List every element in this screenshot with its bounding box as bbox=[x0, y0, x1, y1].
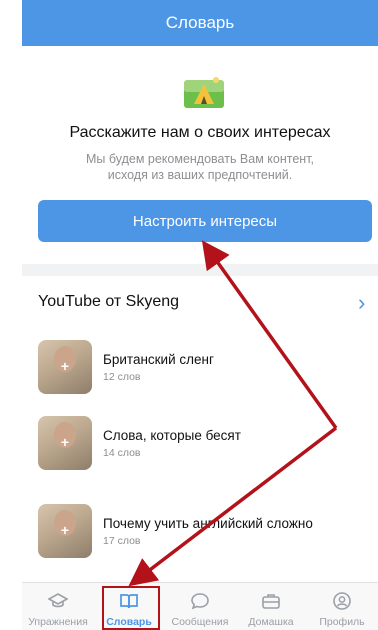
plus-icon: + bbox=[60, 358, 70, 374]
interests-card: Расскажите нам о своих интересах Мы буде… bbox=[22, 46, 378, 264]
list-item[interactable]: + Британский сленг 12 слов bbox=[22, 328, 378, 404]
item-word-count: 12 слов bbox=[103, 371, 141, 383]
item-title: Британский сленг bbox=[103, 352, 214, 367]
graduation-cap-icon bbox=[48, 593, 68, 608]
interests-subtitle: Мы будем рекомендовать Вам контент, исхо… bbox=[85, 152, 315, 182]
plus-icon: + bbox=[60, 434, 70, 450]
item-word-count: 17 слов bbox=[103, 535, 141, 547]
tab-label: Сообщения bbox=[171, 616, 229, 628]
chat-bubble-icon bbox=[191, 593, 209, 610]
tab-homework[interactable]: Домашка bbox=[235, 583, 307, 630]
profile-icon bbox=[333, 592, 351, 610]
tab-profile[interactable]: Профиль bbox=[306, 583, 378, 630]
chevron-right-icon[interactable]: › bbox=[358, 290, 365, 316]
plus-icon: + bbox=[60, 522, 70, 538]
page-title: Словарь bbox=[165, 13, 235, 32]
video-thumbnail: + bbox=[38, 504, 92, 558]
tab-exercises[interactable]: Упражнения bbox=[22, 583, 94, 630]
section-title[interactable]: YouTube от Skyeng bbox=[38, 293, 179, 311]
item-word-count: 14 слов bbox=[103, 447, 141, 459]
nav-header: Словарь bbox=[22, 0, 378, 46]
app-screen: Словарь Расскажите нам о своих интересах… bbox=[22, 0, 378, 630]
briefcase-icon bbox=[262, 594, 280, 609]
tab-label: Профиль bbox=[319, 616, 365, 628]
video-thumbnail: + bbox=[38, 340, 92, 394]
tab-messages[interactable]: Сообщения bbox=[164, 583, 236, 630]
item-title: Почему учить английский сложно bbox=[103, 516, 313, 531]
interests-title: Расскажите нам о своих интересах bbox=[69, 124, 331, 141]
tab-label: Домашка bbox=[248, 616, 294, 628]
list-item[interactable]: + Почему учить английский сложно 17 слов bbox=[22, 492, 378, 568]
item-title: Слова, которые бесят bbox=[103, 428, 241, 443]
section-divider bbox=[22, 264, 378, 276]
video-thumbnail: + bbox=[38, 416, 92, 470]
list-item[interactable]: + Слова, которые бесят 14 слов bbox=[22, 404, 378, 480]
tab-label: Упражнения bbox=[28, 616, 88, 628]
set-interests-button[interactable]: Настроить интересы bbox=[38, 200, 372, 242]
annotation-highlight-box bbox=[102, 586, 160, 630]
youtube-section: YouTube от Skyeng › + Британский сленг 1… bbox=[22, 276, 378, 582]
tab-bar: Упражнения Словарь Сообщения Домашка Про… bbox=[22, 582, 378, 630]
tent-landscape-icon bbox=[184, 77, 224, 108]
